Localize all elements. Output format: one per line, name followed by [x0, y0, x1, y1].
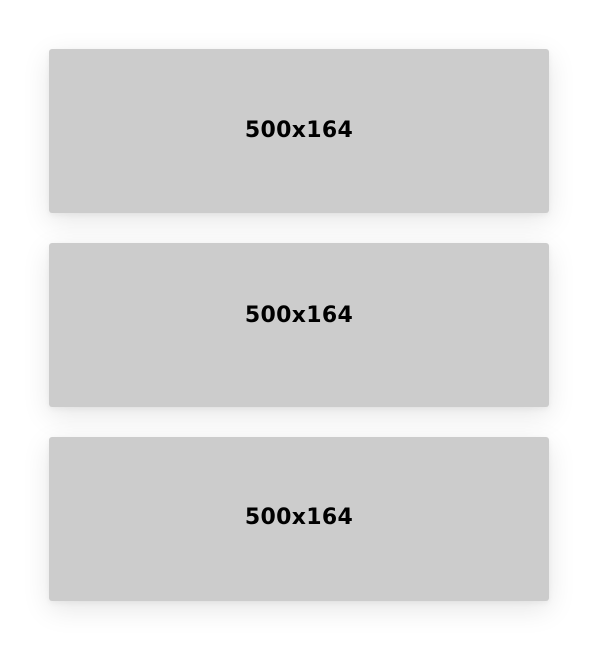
placeholder-stack: 500x164 500x164 500x164: [49, 49, 549, 601]
placeholder-dimensions-label: 500x164: [244, 303, 354, 328]
placeholder-dimensions-label: 500x164: [244, 505, 354, 530]
placeholder-dimensions-label: 500x164: [244, 118, 354, 143]
placeholder-image-1: 500x164: [49, 49, 549, 213]
placeholder-image-3: 500x164: [49, 437, 549, 601]
page: { "cards": [ { "label": "500x164" }, { "…: [0, 0, 598, 650]
placeholder-image-2: 500x164: [49, 243, 549, 407]
